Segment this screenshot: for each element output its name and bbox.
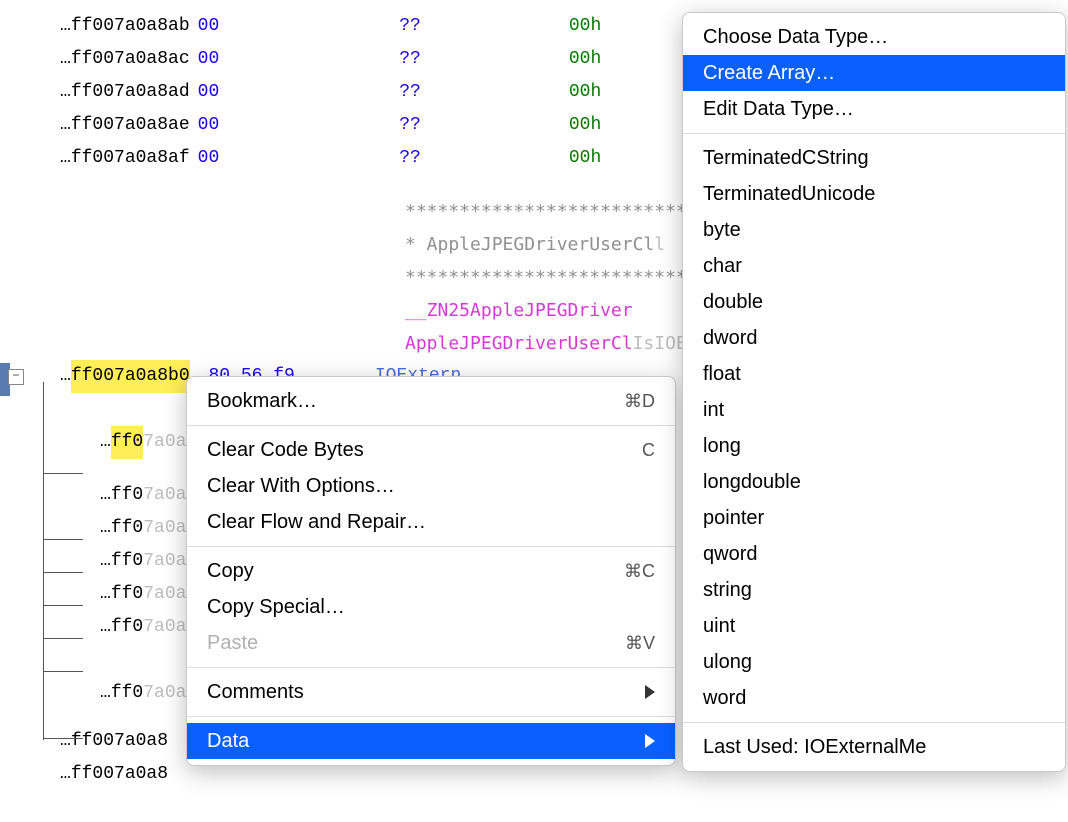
menu-separator: [187, 546, 675, 547]
submenu-item-int[interactable]: int: [683, 392, 1065, 428]
menu-item-data[interactable]: Data: [187, 723, 675, 759]
submenu-item-word[interactable]: word: [683, 680, 1065, 716]
menu-item-copy-special[interactable]: Copy Special…: [187, 589, 675, 625]
submenu-item-string[interactable]: string: [683, 572, 1065, 608]
submenu-item-pointer[interactable]: pointer: [683, 500, 1065, 536]
address-highlighted: ff007a: [71, 360, 136, 393]
submenu-item-terminatedcstring[interactable]: TerminatedCString: [683, 140, 1065, 176]
chevron-right-icon: [645, 734, 655, 748]
menu-separator: [187, 667, 675, 668]
submenu-item-char[interactable]: char: [683, 248, 1065, 284]
operand: 00h: [569, 10, 601, 43]
menu-separator: [187, 425, 675, 426]
menu-item-bookmark[interactable]: Bookmark… ⌘D: [187, 383, 675, 419]
context-submenu-data[interactable]: Choose Data Type… Create Array… Edit Dat…: [682, 12, 1066, 772]
menu-item-copy[interactable]: Copy ⌘C: [187, 553, 675, 589]
menu-separator: [683, 722, 1065, 723]
menu-separator: [187, 716, 675, 717]
menu-item-comments[interactable]: Comments: [187, 674, 675, 710]
submenu-item-long[interactable]: long: [683, 428, 1065, 464]
submenu-item-qword[interactable]: qword: [683, 536, 1065, 572]
submenu-item-choose-data-type[interactable]: Choose Data Type…: [683, 19, 1065, 55]
menu-separator: [683, 133, 1065, 134]
menu-item-clear-flow-repair[interactable]: Clear Flow and Repair…: [187, 504, 675, 540]
context-menu[interactable]: Bookmark… ⌘D Clear Code Bytes C Clear Wi…: [186, 376, 676, 766]
menu-item-clear-code-bytes[interactable]: Clear Code Bytes C: [187, 432, 675, 468]
chevron-right-icon: [645, 685, 655, 699]
submenu-item-longdouble[interactable]: longdouble: [683, 464, 1065, 500]
submenu-item-terminatedunicode[interactable]: TerminatedUnicode: [683, 176, 1065, 212]
submenu-item-float[interactable]: float: [683, 356, 1065, 392]
submenu-item-byte[interactable]: byte: [683, 212, 1065, 248]
submenu-item-dword[interactable]: dword: [683, 320, 1065, 356]
submenu-item-ulong[interactable]: ulong: [683, 644, 1065, 680]
submenu-item-uint[interactable]: uint: [683, 608, 1065, 644]
bytes: 00: [198, 10, 220, 43]
submenu-item-double[interactable]: double: [683, 284, 1065, 320]
tree-connector: [43, 382, 44, 740]
submenu-item-create-array[interactable]: Create Array…: [683, 55, 1065, 91]
mnemonic: ??: [399, 10, 421, 43]
submenu-item-edit-data-type[interactable]: Edit Data Type…: [683, 91, 1065, 127]
menu-item-paste: Paste ⌘V: [187, 625, 675, 661]
submenu-item-last-used[interactable]: Last Used: IOExternalMe: [683, 729, 1065, 765]
address: ff007a0a8ab: [71, 10, 190, 43]
menu-item-clear-with-options[interactable]: Clear With Options…: [187, 468, 675, 504]
